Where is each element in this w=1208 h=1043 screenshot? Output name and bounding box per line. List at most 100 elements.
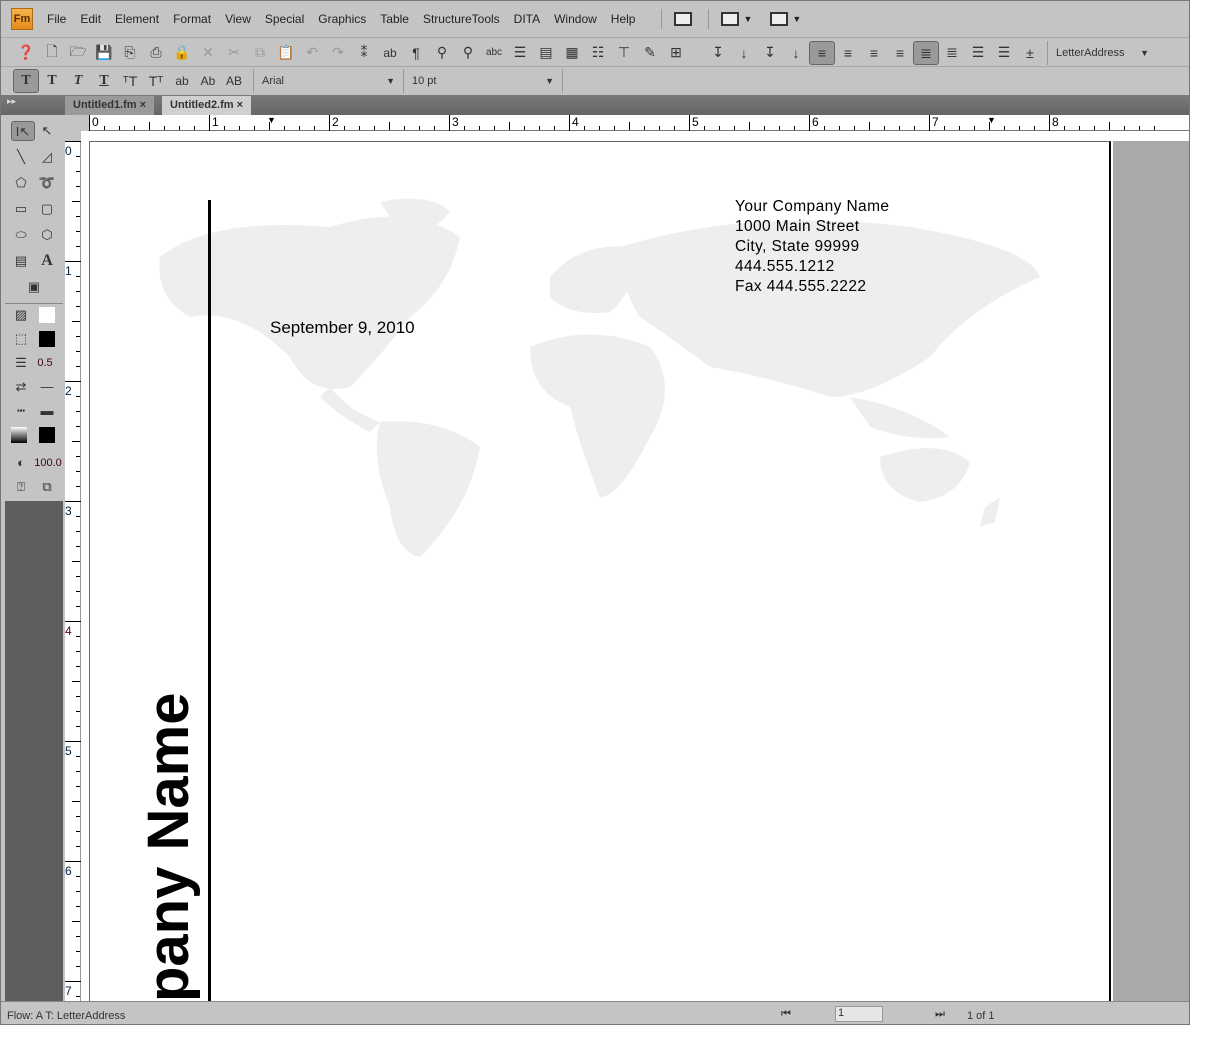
fax[interactable]: Fax 444.555.2222 bbox=[735, 277, 889, 297]
find-icon[interactable]: ⚲ bbox=[455, 44, 481, 61]
menu-help[interactable]: Help bbox=[611, 12, 636, 26]
text-frame-icon[interactable]: ▤ bbox=[533, 44, 559, 61]
initial-caps-button[interactable]: Ab bbox=[195, 74, 221, 88]
close-icon[interactable]: × bbox=[237, 99, 243, 111]
letter-date[interactable]: September 9, 2010 bbox=[270, 318, 415, 338]
rounded-rect-tool-icon[interactable]: ▢ bbox=[37, 199, 57, 219]
color-gradient-icon[interactable] bbox=[11, 427, 27, 443]
graphic-frame-tool-icon[interactable]: ▣ bbox=[24, 277, 44, 297]
lock-icon[interactable]: 🔒 bbox=[169, 44, 195, 61]
table-icon[interactable]: ▦ bbox=[559, 44, 585, 61]
spell-ab-icon[interactable]: ab bbox=[377, 46, 403, 60]
panel-toggle-icon[interactable] bbox=[674, 12, 693, 26]
open-icon[interactable]: 🗁 bbox=[65, 41, 91, 65]
find-text-icon[interactable]: ⚲ bbox=[429, 44, 455, 61]
line-spacing-double-icon[interactable]: ☰ bbox=[965, 44, 991, 61]
pen-color-swatch[interactable] bbox=[39, 331, 55, 347]
oval-tool-icon[interactable]: ⬭ bbox=[11, 225, 31, 245]
structure-icon[interactable]: ⊤ bbox=[611, 44, 637, 61]
layer-icon[interactable]: ⧉ bbox=[37, 477, 57, 497]
horizontal-ruler[interactable]: 0 1 2 3 4 5 6 7 8 ▼ ▼ bbox=[89, 115, 1189, 131]
menu-table[interactable]: Table bbox=[380, 12, 409, 26]
indent-marker-icon[interactable]: ▼ bbox=[267, 115, 276, 125]
element-catalog-icon[interactable]: ⊞ bbox=[663, 44, 689, 61]
plain-button[interactable]: T bbox=[13, 69, 39, 93]
line-width-value[interactable]: 0.5 bbox=[33, 353, 57, 373]
italic-button[interactable]: T bbox=[65, 73, 91, 89]
spellcheck-icon[interactable]: abc bbox=[481, 47, 507, 58]
line-tool-icon[interactable]: ╲ bbox=[11, 147, 31, 167]
expand-panel-icon[interactable]: ▸▸ bbox=[7, 96, 16, 107]
show-pilcrow-icon[interactable]: ¶ bbox=[403, 45, 429, 61]
object-select-icon[interactable]: ↖ bbox=[37, 121, 57, 141]
line-spacing-1-5-icon[interactable]: ≣ bbox=[939, 44, 965, 61]
tint-value[interactable]: 100.0 bbox=[33, 453, 63, 473]
undo-icon[interactable]: ↶ bbox=[299, 44, 325, 61]
space-above-icon[interactable]: ↧ bbox=[705, 44, 731, 61]
first-page-icon[interactable]: ⏮ bbox=[781, 1008, 791, 1021]
last-page-icon[interactable]: ⏭ bbox=[935, 1008, 945, 1021]
screen-mode-icon[interactable] bbox=[770, 12, 789, 26]
hypertext-icon[interactable]: ⁑ bbox=[351, 44, 377, 61]
vertical-ruler[interactable]: 0 1 2 3 4 5 6 7 bbox=[65, 141, 81, 1012]
line-spacing-triple-icon[interactable]: ☰ bbox=[991, 44, 1017, 61]
workspace-icon[interactable] bbox=[721, 12, 740, 26]
line-spacing-icon[interactable]: ↧ bbox=[757, 44, 783, 61]
redo-icon[interactable]: ↷ bbox=[325, 44, 351, 61]
font-size-select[interactable]: 10 pt ▼ bbox=[403, 69, 563, 93]
document-page[interactable]: pany Name Your Company Name 1000 Main St… bbox=[89, 141, 1111, 1001]
save-icon[interactable]: 💾 bbox=[91, 44, 117, 61]
menu-graphics[interactable]: Graphics bbox=[318, 12, 366, 26]
vertical-company-name[interactable]: pany Name bbox=[136, 693, 201, 1001]
dash-pattern-icon[interactable]: ┅ bbox=[11, 401, 31, 421]
menu-structuretools[interactable]: StructureTools bbox=[423, 12, 500, 26]
company-address-block[interactable]: Your Company Name 1000 Main Street City,… bbox=[735, 197, 889, 297]
menu-file[interactable]: File bbox=[47, 12, 66, 26]
custom-spacing-icon[interactable]: ↓ bbox=[783, 45, 809, 61]
subscript-icon[interactable]: Tᵀ bbox=[143, 73, 169, 89]
line-ends-icon[interactable]: ⇄ bbox=[11, 377, 31, 397]
smart-select-icon[interactable]: I↖ bbox=[11, 121, 35, 141]
polyline-tool-icon[interactable]: ⬠ bbox=[11, 173, 31, 193]
line-spacing-single-icon[interactable]: ≣ bbox=[913, 40, 939, 65]
tab-untitled2[interactable]: Untitled2.fm × bbox=[162, 96, 252, 115]
line-width-icon[interactable]: ☰ bbox=[11, 353, 31, 373]
underline-button[interactable]: T bbox=[91, 73, 117, 89]
fill-pattern-icon[interactable]: ▨ bbox=[11, 305, 31, 325]
chevron-down-icon[interactable]: ▼ bbox=[743, 14, 752, 24]
cut-icon[interactable]: ✂ bbox=[221, 44, 247, 61]
city-state[interactable]: City, State 99999 bbox=[735, 237, 889, 257]
chevron-down-icon[interactable]: ▼ bbox=[792, 14, 801, 24]
fill-color-swatch[interactable] bbox=[39, 307, 55, 323]
line-end-style-icon[interactable]: — bbox=[37, 377, 57, 397]
menu-window[interactable]: Window bbox=[554, 12, 597, 26]
menu-element[interactable]: Element bbox=[115, 12, 159, 26]
paste-icon[interactable]: 📋 bbox=[273, 44, 299, 61]
lowercase-button[interactable]: ab bbox=[169, 74, 195, 88]
tab-untitled1[interactable]: Untitled1.fm × bbox=[65, 96, 155, 115]
overprint-icon[interactable]: ⍰ bbox=[11, 477, 31, 497]
paragraph-tag-select[interactable]: LetterAddress ▼ bbox=[1047, 40, 1157, 65]
menu-special[interactable]: Special bbox=[265, 12, 304, 26]
text-line-tool-icon[interactable]: A bbox=[37, 251, 57, 271]
street-address[interactable]: 1000 Main Street bbox=[735, 217, 889, 237]
copy-icon[interactable]: ⧉ bbox=[247, 44, 273, 61]
superscript-icon[interactable]: ᵀT bbox=[117, 73, 143, 89]
delete-icon[interactable]: ✕ bbox=[195, 44, 221, 61]
tint-icon[interactable]: ◐ bbox=[11, 453, 31, 473]
uppercase-button[interactable]: AB bbox=[221, 74, 247, 88]
arc-tool-icon[interactable]: ◿ bbox=[37, 147, 57, 167]
menu-view[interactable]: View bbox=[225, 12, 251, 26]
edit-attributes-icon[interactable]: ✎ bbox=[637, 44, 663, 61]
align-left-icon[interactable]: ≡ bbox=[809, 40, 835, 65]
bold-button[interactable]: T bbox=[39, 73, 65, 89]
menu-dita[interactable]: DITA bbox=[514, 12, 540, 26]
indent-marker-icon[interactable]: ▼ bbox=[987, 115, 996, 125]
pen-pattern-icon[interactable]: ⬚ bbox=[11, 329, 31, 349]
help-icon[interactable]: ❓ bbox=[13, 44, 39, 61]
close-icon[interactable]: × bbox=[140, 99, 146, 111]
line-spacing-custom-icon[interactable]: ± bbox=[1017, 45, 1043, 61]
dash-style-icon[interactable]: ▬ bbox=[37, 401, 57, 421]
align-center-icon[interactable]: ≡ bbox=[861, 45, 887, 61]
color-swatch[interactable] bbox=[39, 427, 55, 443]
